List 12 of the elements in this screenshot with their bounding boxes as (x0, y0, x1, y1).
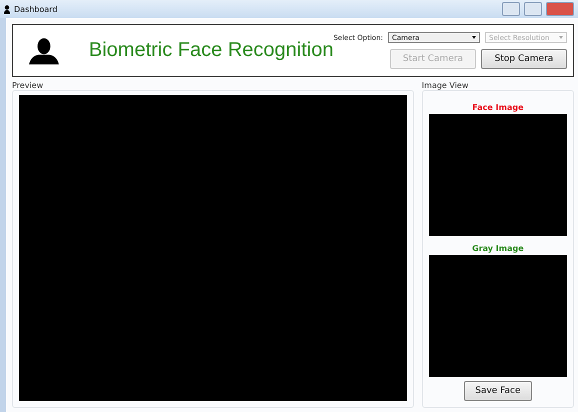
save-face-button[interactable]: Save Face (464, 381, 532, 401)
person-icon (4, 4, 10, 14)
minimize-button[interactable] (502, 2, 520, 16)
camera-button[interactable]: Stop Camera (481, 49, 567, 69)
image-caption: Face Image (472, 103, 524, 112)
maximize-button[interactable] (524, 2, 542, 16)
image-caption: Gray Image (472, 244, 524, 253)
window-title: Dashboard (14, 4, 58, 14)
preview-title: Preview (12, 81, 44, 90)
image-view-title: Image View (422, 81, 470, 90)
app-title: Biometric Face Recognition (88, 39, 334, 62)
close-button[interactable] (546, 2, 574, 16)
